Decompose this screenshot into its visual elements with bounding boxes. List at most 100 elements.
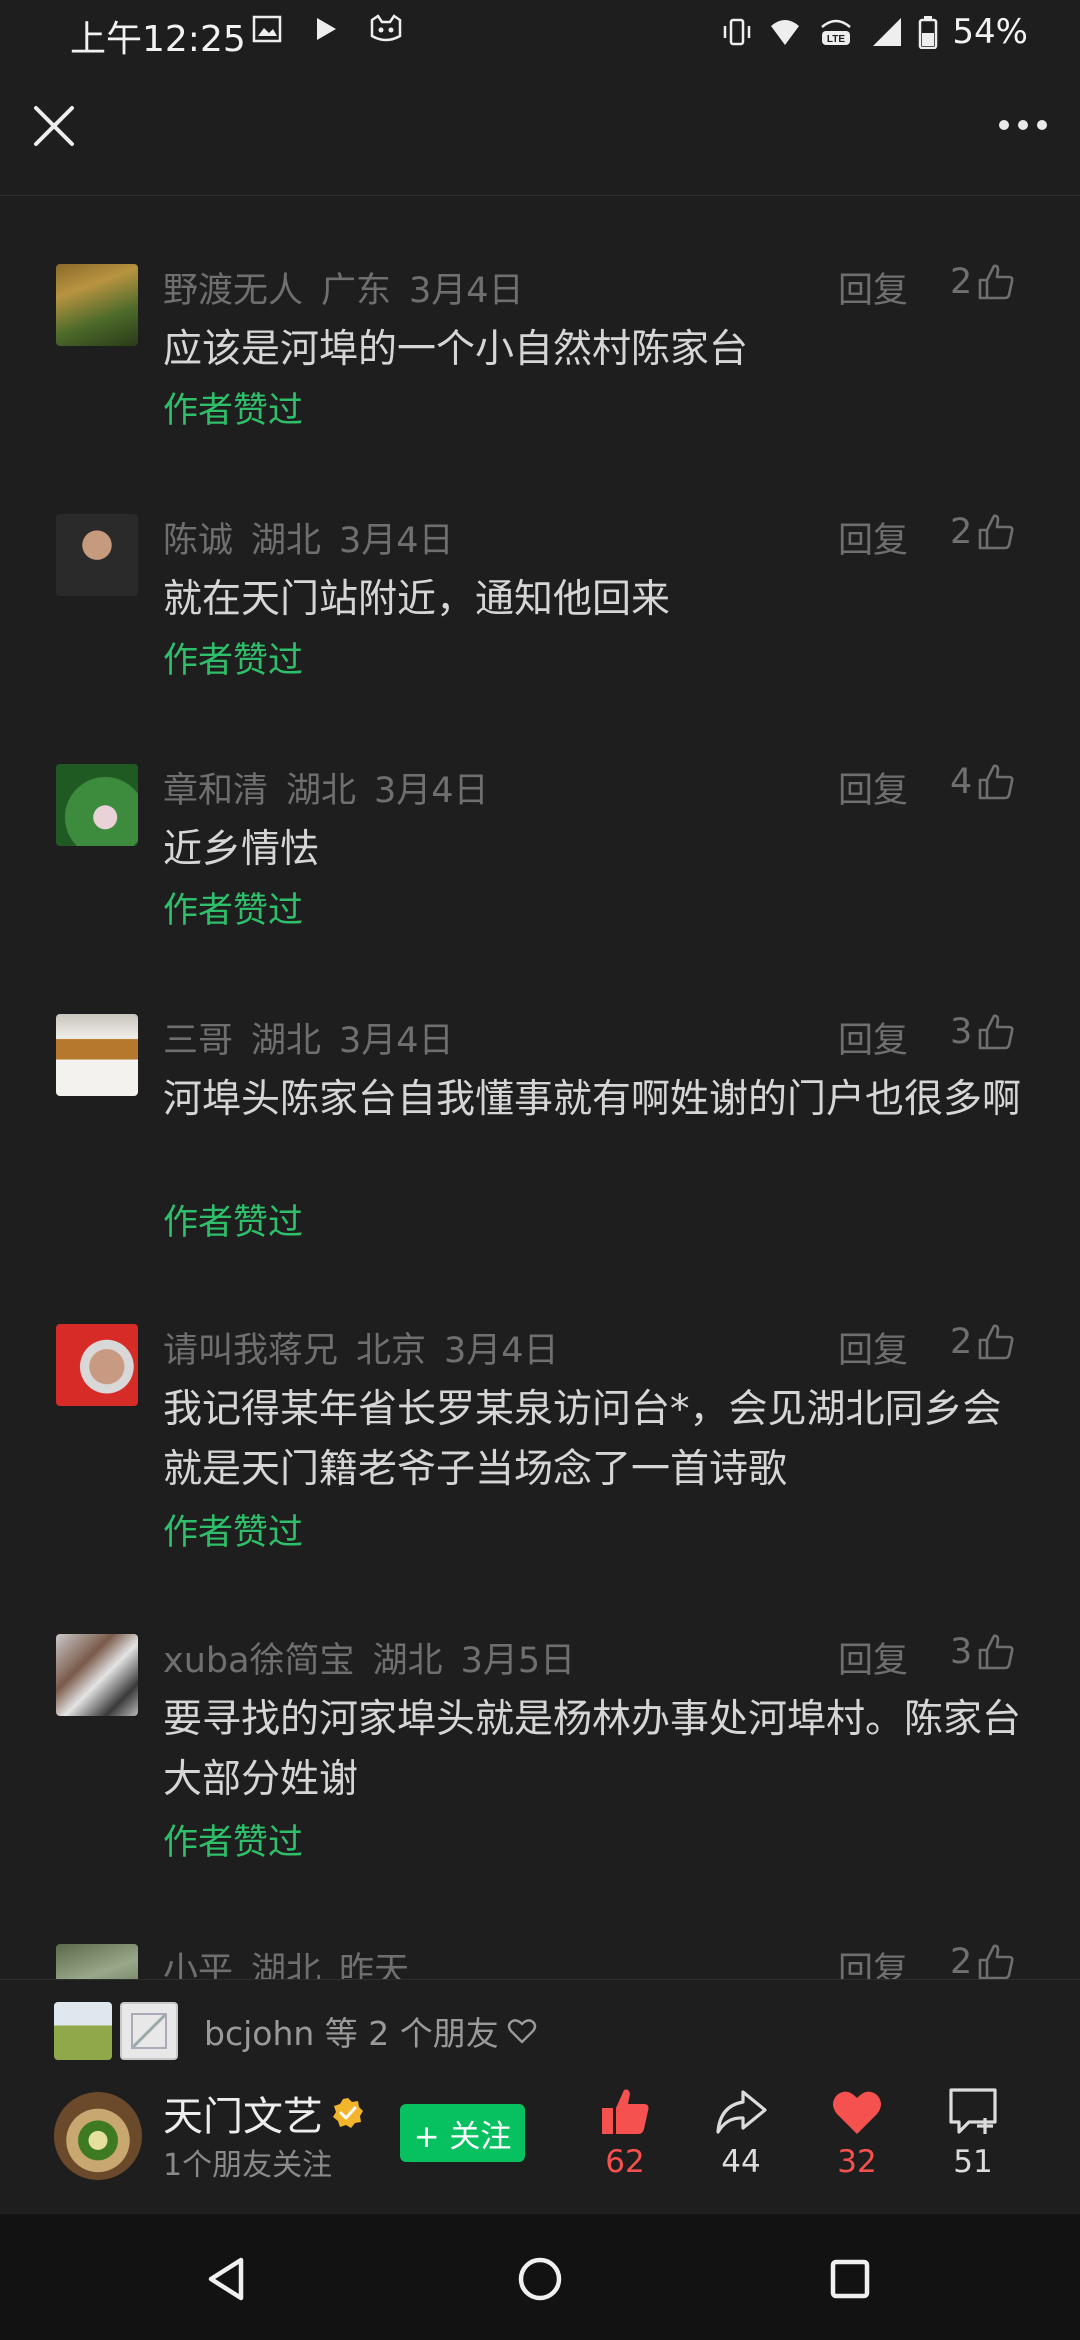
comment-like-count: 3 [950,1632,973,1672]
comment-count: 51 [953,2144,993,2180]
friends-liked-row[interactable]: bcjohn 等 2 个朋友 [54,2002,537,2060]
avatar[interactable] [56,264,138,346]
avatar[interactable] [56,1324,138,1406]
more-icon [999,120,1009,130]
status-system-icons: LTE 54% [720,12,1028,52]
volte-icon: LTE [821,19,852,45]
comment-username[interactable]: 野渡无人 [163,271,303,311]
close-button[interactable] [26,98,82,154]
follow-button[interactable]: + 关注 [400,2104,525,2162]
article-action-panel: bcjohn 等 2 个朋友 天门文艺 1个朋友关注 + 关注 62 44 32… [0,1979,1080,2214]
back-nav-icon [208,2257,244,2301]
comment-like-button[interactable]: 2 [950,512,1016,552]
nav-back-button[interactable] [193,2244,263,2314]
comment-username[interactable]: xuba徐简宝 [163,1641,355,1681]
more-options-button[interactable] [988,100,1058,150]
thumbs-up-icon [978,764,1014,800]
comment-like-count: 2 [950,512,973,552]
comment-like-button[interactable]: 2 [950,1942,1016,1979]
account-name-row[interactable]: 天门文艺 [163,2084,365,2142]
comment-like-count: 3 [950,1012,973,1052]
thumbs-up-icon [978,1014,1014,1050]
comment-username[interactable]: 章和清 [163,771,268,811]
comment-date: 3月4日 [409,271,524,311]
reply-button[interactable]: 回复 [838,512,908,563]
comment-date: 3月4日 [374,771,489,811]
comment-text: 河埠头陈家台自我懂事就有啊姓谢的门户也很多啊 [163,1077,1022,1122]
comment-add-icon [949,2088,997,2134]
comment-date: 昨天 [339,1951,410,1979]
comment-location: 北京 [356,1331,427,1371]
comment-username[interactable]: 小平 [163,1951,233,1979]
gallery-icon [252,15,282,43]
comment-like-button[interactable]: 2 [950,1322,1016,1362]
thumbs-up-icon [978,1634,1014,1670]
account-followers-text: 1个朋友关注 [163,2148,333,2183]
top-bar [0,66,1080,196]
nav-home-button[interactable] [505,2244,575,2314]
reply-button[interactable]: 回复 [838,762,908,813]
author-liked-label: 作者赞过 [163,391,304,431]
comment-location: 湖北 [372,1641,443,1681]
reply-button[interactable]: 回复 [838,1942,908,1979]
like-count: 62 [605,2144,645,2180]
author-liked-label: 作者赞过 [163,1203,304,1243]
comment-like-count: 2 [950,1322,973,1362]
svg-text:LTE: LTE [827,34,845,45]
reply-button[interactable]: 回复 [838,1012,908,1063]
comment-text: 我记得某年省长罗某泉访问台*，会见湖北同乡会就是天门籍老爷子当场念了一首诗歌 [163,1387,1002,1492]
comment-action-button[interactable]: 51 [918,2084,1028,2194]
close-icon [34,106,74,146]
comment-location: 湖北 [251,1021,322,1061]
nav-recents-button[interactable] [815,2244,885,2314]
thumbs-up-icon [978,514,1014,550]
comment-username[interactable]: 陈诚 [163,521,233,561]
avatar[interactable] [56,1014,138,1096]
signal-icon [873,18,902,46]
friend-avatar [54,2002,112,2060]
reply-button[interactable]: 回复 [838,1632,908,1683]
comment-list[interactable]: 野渡无人 广东 3月4日 回复 2 应该是河埠的一个小自然村陈家台 作者赞过 陈诚湖… [0,197,1080,1979]
status-bar: 上午12:25 LTE 54% [0,0,1080,66]
heart-action-button[interactable]: 32 [802,2084,912,2194]
comment-like-button[interactable]: 3 [950,1012,1016,1052]
battery-icon [919,16,938,49]
comment-like-count: 4 [950,762,973,802]
friends-liked-label: bcjohn 等 2 个朋友 [204,2014,499,2053]
battery-percent: 54% [952,12,1028,52]
comment-location: 湖北 [286,771,357,811]
image-placeholder-icon [130,2012,168,2050]
account-name[interactable]: 天门文艺 [163,2084,323,2142]
comment-location: 湖北 [251,1951,322,1979]
avatar[interactable] [56,1634,138,1716]
play-icon [317,18,336,40]
avatar[interactable] [56,1944,138,1979]
comment-date: 3月4日 [444,1331,559,1371]
reply-button[interactable]: 回复 [838,1322,908,1373]
comment-like-button[interactable]: 4 [950,762,1016,802]
thumbs-up-icon [602,2089,649,2134]
author-liked-label: 作者赞过 [163,1513,304,1553]
comment-like-button[interactable]: 2 [950,262,1016,302]
recents-nav-icon [830,2259,870,2299]
share-count: 44 [721,2144,761,2180]
thumbs-up-icon [978,1944,1014,1979]
comment-text: 近乡情怯 [163,827,320,872]
friend-avatar [120,2002,178,2060]
avatar[interactable] [56,764,138,846]
like-action-button[interactable]: 62 [570,2084,680,2194]
avatar[interactable] [56,514,138,596]
account-avatar[interactable] [54,2092,142,2180]
author-liked-label: 作者赞过 [163,641,304,681]
comment-text: 要寻找的河家埠头就是杨林办事处河埠村。陈家台大部分姓谢 [163,1697,1022,1802]
comment-location: 广东 [321,271,392,311]
comment-username[interactable]: 三哥 [163,1021,233,1061]
reply-button[interactable]: 回复 [838,262,908,313]
heart-outline-icon [507,2019,536,2044]
comment-username[interactable]: 请叫我蒋兄 [163,1331,338,1371]
comment-like-button[interactable]: 3 [950,1632,1016,1672]
vibrate-icon [724,18,751,46]
system-nav-bar [0,2214,1080,2340]
comment-text: 应该是河埠的一个小自然村陈家台 [163,327,749,372]
share-action-button[interactable]: 44 [686,2084,796,2194]
